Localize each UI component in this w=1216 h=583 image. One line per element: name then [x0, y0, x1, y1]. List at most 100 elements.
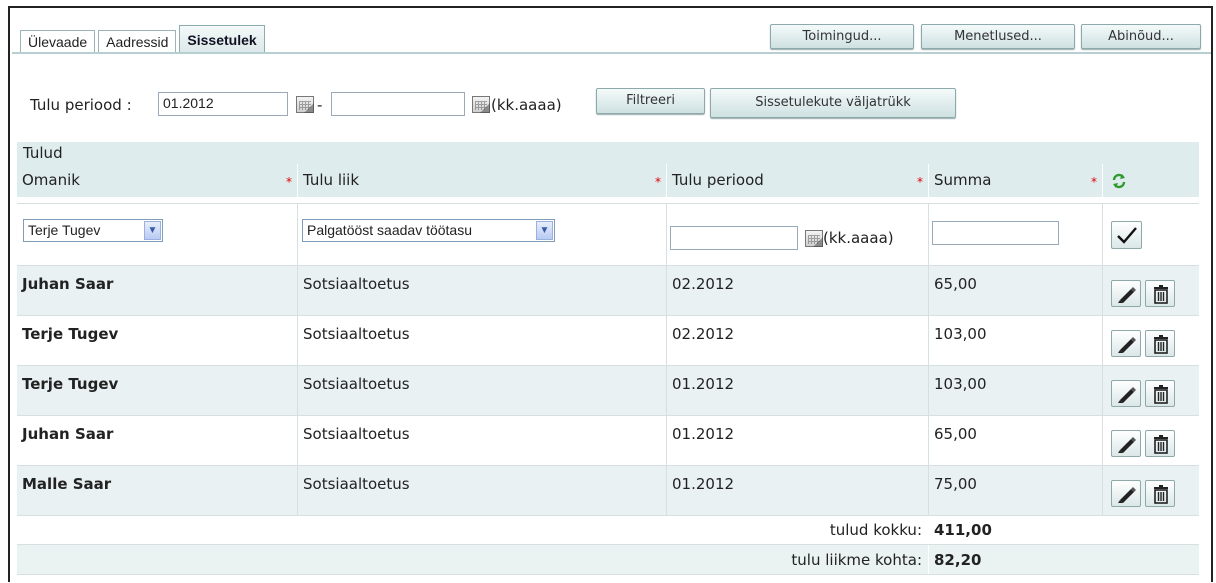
per-member-value: 82,20	[928, 545, 1102, 574]
save-button[interactable]	[1111, 221, 1142, 249]
owner-name: Juhan Saar	[22, 275, 114, 293]
per-member-label: tulu liikme kohta:	[791, 551, 922, 569]
table-row: Terje Tugev Sotsiaaltoetus 02.2012 103,00	[17, 316, 1199, 366]
edit-button[interactable]	[1111, 330, 1141, 357]
new-income-row: Terje Tugev ▼ Palgatööst saadav töötasu ▼ …	[17, 203, 1199, 266]
refresh-cell	[1102, 164, 1199, 197]
required-marker: *	[1091, 175, 1097, 189]
income-period: 02.2012	[666, 316, 928, 365]
calendar-icon[interactable]	[805, 230, 823, 247]
income-period: 01.2012	[666, 416, 928, 465]
period-dash: -	[317, 96, 323, 114]
income-type: Sotsiaaltoetus	[297, 266, 666, 315]
edit-button[interactable]	[1111, 380, 1141, 407]
total-value: 411,00	[928, 516, 1102, 544]
table-row: Terje Tugev Sotsiaaltoetus 01.2012 103,00	[17, 366, 1199, 416]
income-amount: 103,00	[928, 316, 1102, 365]
calendar-icon[interactable]	[296, 96, 314, 113]
pencil-icon	[1118, 437, 1136, 453]
type-cell: Palgatööst saadav töötasu ▼	[297, 204, 666, 265]
owner-name: Juhan Saar	[22, 425, 114, 443]
income-period: 01.2012	[666, 366, 928, 415]
amount-input[interactable]	[932, 221, 1059, 245]
row-actions	[1102, 466, 1199, 515]
calendar-icon[interactable]	[472, 96, 490, 113]
period-filter-label: Tulu periood :	[30, 96, 132, 114]
table-row: Juhan Saar Sotsiaaltoetus 01.2012 65,00	[17, 416, 1199, 466]
trash-icon	[1154, 385, 1168, 404]
delete-button[interactable]	[1145, 280, 1175, 307]
income-type: Sotsiaaltoetus	[297, 366, 666, 415]
table-row: Malle Saar Sotsiaaltoetus 01.2012 75,00	[17, 466, 1199, 516]
row-actions	[1102, 366, 1199, 415]
date-format-hint: (kk.aaaa)	[823, 229, 894, 247]
required-marker: *	[286, 175, 292, 189]
income-amount: 103,00	[928, 366, 1102, 415]
income-type: Sotsiaaltoetus	[297, 466, 666, 515]
column-header-owner[interactable]: Omanik *	[17, 164, 297, 197]
tab-bar: Ülevaade Aadressid Sissetulek	[20, 25, 268, 53]
refresh-icon[interactable]	[1111, 173, 1127, 189]
tab-divider	[12, 52, 1211, 54]
delete-button[interactable]	[1145, 380, 1175, 407]
row-actions	[1102, 416, 1199, 465]
period-cell: (kk.aaaa)	[666, 204, 928, 265]
checkmark-icon	[1117, 227, 1137, 244]
pencil-icon	[1118, 387, 1136, 403]
income-amount: 65,00	[928, 416, 1102, 465]
delete-button[interactable]	[1145, 430, 1175, 457]
trash-icon	[1154, 335, 1168, 354]
chevron-down-icon: ▼	[144, 221, 161, 240]
edit-button[interactable]	[1111, 480, 1141, 507]
save-cell	[1102, 204, 1199, 265]
owner-name: Terje Tugev	[22, 325, 119, 343]
table-header: Omanik * Tulu liik * Tulu periood * Summa *	[17, 164, 1199, 197]
owner-select[interactable]: Terje Tugev ▼	[23, 219, 163, 242]
pencil-icon	[1118, 487, 1136, 503]
aids-button[interactable]: Abinõud...	[1081, 24, 1201, 49]
edit-button[interactable]	[1111, 430, 1141, 457]
column-header-period[interactable]: Tulu periood *	[666, 164, 928, 197]
column-header-amount[interactable]: Summa *	[928, 164, 1102, 197]
owner-cell: Terje Tugev ▼	[17, 204, 297, 265]
table-row: Juhan Saar Sotsiaaltoetus 02.2012 65,00	[17, 266, 1199, 316]
print-income-button[interactable]: Sissetulekute väljatrükk	[710, 88, 956, 118]
row-actions	[1102, 266, 1199, 315]
income-period-input[interactable]	[670, 226, 798, 250]
procedures-button[interactable]: Menetlused...	[921, 24, 1075, 49]
delete-button[interactable]	[1145, 330, 1175, 357]
tab-overview[interactable]: Ülevaade	[20, 30, 96, 52]
table-title: Tulud	[17, 142, 1199, 164]
income-amount: 75,00	[928, 466, 1102, 515]
filter-button[interactable]: Filtreeri	[596, 88, 705, 114]
tab-income[interactable]: Sissetulek	[179, 25, 265, 53]
trash-icon	[1154, 485, 1168, 504]
income-amount: 65,00	[928, 266, 1102, 315]
trash-icon	[1154, 285, 1168, 304]
edit-button[interactable]	[1111, 280, 1141, 307]
income-period: 02.2012	[666, 266, 928, 315]
total-label: tulud kokku:	[829, 521, 922, 539]
period-from-input[interactable]: 01.2012	[158, 92, 288, 116]
trash-icon	[1154, 435, 1168, 454]
period-to-input[interactable]	[331, 92, 465, 116]
pencil-icon	[1118, 287, 1136, 303]
delete-button[interactable]	[1145, 480, 1175, 507]
date-format-hint: (kk.aaaa)	[491, 96, 562, 114]
required-marker: *	[655, 175, 661, 189]
pencil-icon	[1118, 337, 1136, 353]
required-marker: *	[917, 175, 923, 189]
income-type: Sotsiaaltoetus	[297, 316, 666, 365]
income-type: Sotsiaaltoetus	[297, 416, 666, 465]
row-actions	[1102, 316, 1199, 365]
owner-name: Malle Saar	[22, 475, 112, 493]
income-type-select[interactable]: Palgatööst saadav töötasu ▼	[302, 219, 555, 242]
per-member-row: tulu liikme kohta: 82,20	[17, 545, 1199, 575]
income-period: 01.2012	[666, 466, 928, 515]
tab-addresses[interactable]: Aadressid	[98, 30, 177, 52]
total-row: tulud kokku: 411,00	[17, 516, 1199, 545]
amount-cell	[928, 204, 1102, 265]
owner-name: Terje Tugev	[22, 375, 119, 393]
actions-button[interactable]: Toimingud...	[770, 24, 914, 49]
column-header-type[interactable]: Tulu liik *	[297, 164, 666, 197]
